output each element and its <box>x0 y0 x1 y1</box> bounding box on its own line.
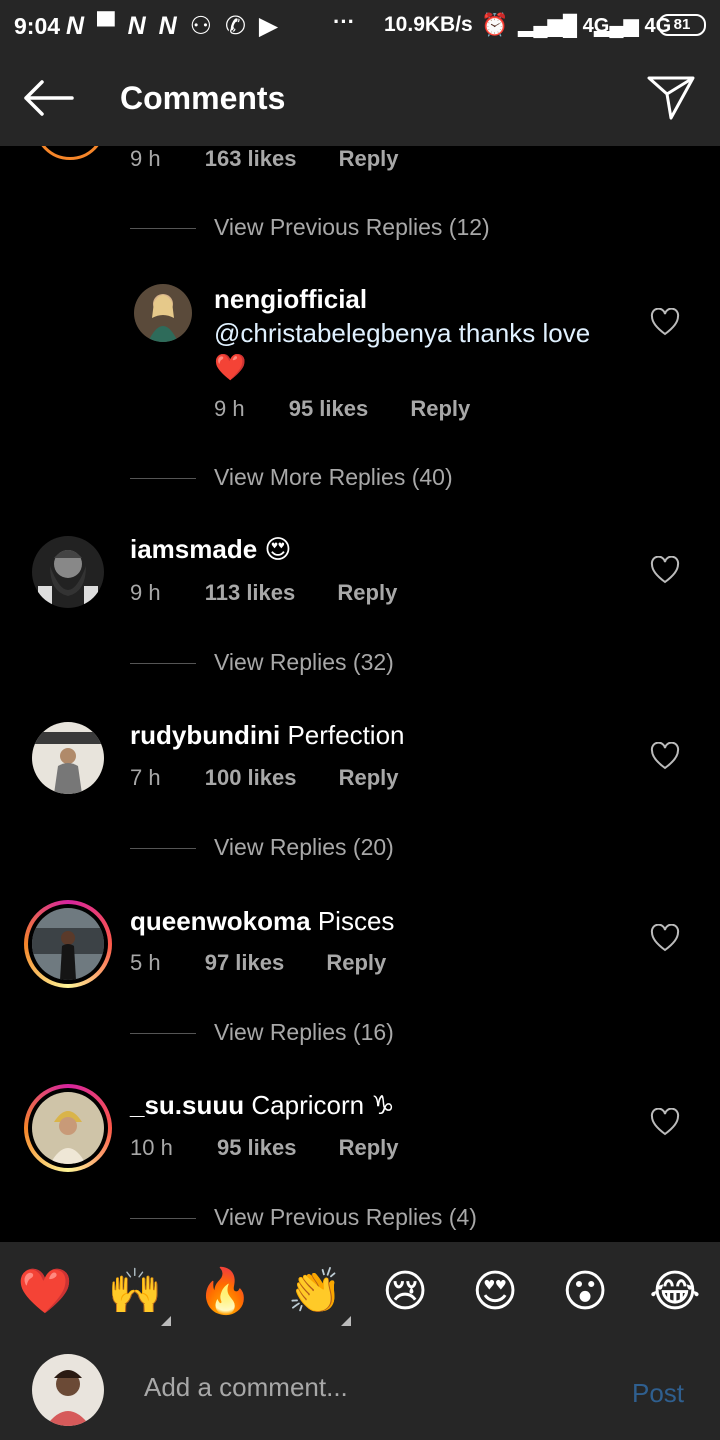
reply-button[interactable]: Reply <box>326 950 386 975</box>
comment-meta: 9 h 113 likes Reply <box>130 580 397 606</box>
reply-button[interactable]: Reply <box>410 396 470 421</box>
story-ring[interactable] <box>24 900 112 988</box>
emoji-laughing[interactable]: 😂 <box>647 1266 703 1318</box>
divider <box>130 848 196 849</box>
comment-input[interactable] <box>144 1372 604 1403</box>
comment-meta: 9 h 163 likes Reply <box>130 146 399 172</box>
view-replies-label[interactable]: View Replies (20) <box>214 834 394 861</box>
likes-count[interactable]: 95 likes <box>289 396 369 421</box>
notification-icons: N ▀ N N ⚇ ✆ ▶ <box>66 12 282 40</box>
skin-tone-indicator <box>161 1316 171 1326</box>
comment-body: nengiofficial @christabelegbenya thanks … <box>214 282 634 384</box>
emoji-surprised[interactable]: 😮 <box>557 1266 613 1318</box>
likes-count[interactable]: 97 likes <box>205 950 285 975</box>
comment-composer: Post <box>0 1342 720 1440</box>
status-bar: 9:04 N ▀ N N ⚇ ✆ ▶ ··· 10.9KB/s ⏰ ▂▄▆█ 4… <box>0 0 720 50</box>
divider <box>130 478 196 479</box>
clock: 9:04 <box>14 13 61 39</box>
comment-time: 5 h <box>130 950 161 975</box>
comment-body: iamsmade 😍 <box>130 532 292 566</box>
like-heart-icon[interactable] <box>650 742 680 770</box>
more-notifications-icon: ··· <box>333 9 355 34</box>
back-arrow-icon <box>24 80 74 116</box>
divider <box>130 1033 196 1034</box>
avatar <box>32 1354 104 1426</box>
comment-time: 10 h <box>130 1135 173 1160</box>
reply-button[interactable]: Reply <box>337 580 397 605</box>
comment-text: 😍 <box>264 534 292 564</box>
network-speed: 10.9KB/s <box>384 13 473 36</box>
like-heart-icon[interactable] <box>650 1108 680 1136</box>
username[interactable]: _su.suuu <box>130 1090 244 1120</box>
view-replies-label[interactable]: View Replies (32) <box>214 649 394 676</box>
avatar[interactable] <box>134 284 192 342</box>
emoji-heart-eyes[interactable]: 😍 <box>467 1266 523 1318</box>
like-heart-icon[interactable] <box>650 308 680 336</box>
divider <box>130 1218 196 1219</box>
comment-item: queenwokoma Pisces <box>0 900 720 990</box>
share-button[interactable] <box>646 74 696 122</box>
comment-body: _su.suuu Capricorn ♑ <box>130 1088 395 1122</box>
comment-meta: 10 h 95 likes Reply <box>130 1135 399 1161</box>
divider <box>130 663 196 664</box>
comment-time: 9 h <box>130 146 161 171</box>
likes-count[interactable]: 163 likes <box>205 146 297 171</box>
comment-time: 9 h <box>214 396 245 421</box>
like-heart-icon[interactable] <box>650 924 680 952</box>
comment-body: queenwokoma Pisces <box>130 904 394 938</box>
back-button[interactable] <box>22 76 74 120</box>
send-icon <box>647 76 695 120</box>
top-bar: Comments <box>0 50 720 146</box>
post-button[interactable]: Post <box>632 1378 684 1409</box>
emoji-heart[interactable]: ❤️ <box>17 1266 73 1318</box>
reply-button[interactable]: Reply <box>339 1135 399 1160</box>
reply-button[interactable]: Reply <box>339 765 399 790</box>
username[interactable]: rudybundini <box>130 720 280 750</box>
view-replies-label[interactable]: View More Replies (40) <box>214 464 453 491</box>
comment-body: rudybundini Perfection <box>130 718 405 752</box>
comment-time: 9 h <box>130 580 161 605</box>
page-title: Comments <box>120 80 286 116</box>
emoji-fire[interactable]: 🔥 <box>197 1266 253 1318</box>
battery-icon: 81 <box>658 14 706 36</box>
emoji-clap[interactable]: 👏 <box>287 1266 343 1318</box>
skin-tone-indicator <box>341 1316 351 1326</box>
avatar[interactable] <box>32 722 104 794</box>
username[interactable]: queenwokoma <box>130 906 311 936</box>
view-replies-label[interactable]: View Replies (16) <box>214 1019 394 1046</box>
emoji-raised-hands[interactable]: 🙌 <box>107 1266 163 1318</box>
reply-item: nengiofficial @christabelegbenya thanks … <box>0 280 720 400</box>
username[interactable]: nengiofficial <box>214 284 367 314</box>
alarm-icon: ⏰ <box>481 12 509 37</box>
comments-list[interactable]: 9 h 163 likes Reply View Previous Replie… <box>0 146 720 1242</box>
likes-count[interactable]: 95 likes <box>217 1135 297 1160</box>
likes-count[interactable]: 113 likes <box>205 580 296 605</box>
comment-time: 7 h <box>130 765 161 790</box>
comment-text: Perfection <box>287 720 405 750</box>
view-replies-label[interactable]: View Previous Replies (12) <box>214 214 490 241</box>
comment-meta: 7 h 100 likes Reply <box>130 765 399 791</box>
story-ring[interactable] <box>24 1084 112 1172</box>
avatar <box>32 1092 104 1164</box>
avatar[interactable] <box>34 146 106 160</box>
comment-meta: 5 h 97 likes Reply <box>130 950 386 976</box>
divider <box>130 228 196 229</box>
username[interactable]: iamsmade <box>130 534 257 564</box>
like-heart-icon[interactable] <box>650 556 680 584</box>
comment-text: Capricorn ♑ <box>251 1090 395 1120</box>
emoji-crying[interactable]: 😢 <box>377 1266 433 1318</box>
likes-count[interactable]: 100 likes <box>205 765 297 790</box>
avatar <box>32 908 104 980</box>
view-replies-label[interactable]: View Previous Replies (4) <box>214 1204 477 1231</box>
reply-button[interactable]: Reply <box>339 146 399 171</box>
comment-text: @christabelegbenya thanks love <box>214 318 591 348</box>
comment-meta: 9 h 95 likes Reply <box>214 396 470 422</box>
emoji-bar: ❤️ 🙌 🔥 👏 😢 😍 😮 😂 <box>0 1242 720 1342</box>
avatar[interactable] <box>32 536 104 608</box>
heart-emoji: ❤️ <box>214 352 247 382</box>
comment-text: Pisces <box>317 906 395 936</box>
